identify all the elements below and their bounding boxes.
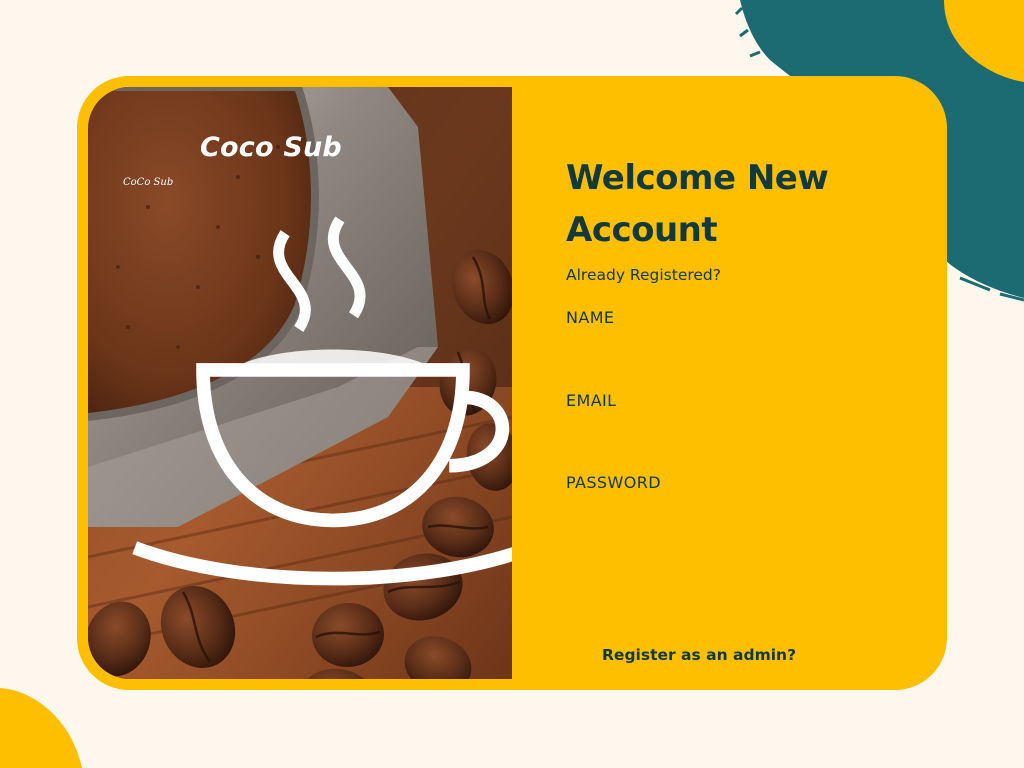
yellow-brush-bottom-left: [0, 688, 82, 768]
coffee-beans-photo: CoCo Sub Coco Sub: [88, 87, 512, 679]
register-form: Welcome New Account Already Registered? …: [566, 152, 906, 664]
already-registered-link[interactable]: Already Registered?: [566, 266, 721, 284]
page-title-line1: Welcome New: [566, 158, 829, 198]
page-title: Welcome New Account: [566, 152, 906, 256]
brand-header: CoCo Sub Coco Sub: [121, 115, 512, 586]
brand-logo: CoCo Sub: [121, 115, 512, 586]
page-title-line2: Account: [566, 210, 718, 250]
password-input[interactable]: [566, 497, 866, 523]
register-admin-link[interactable]: Register as an admin?: [602, 646, 796, 664]
coffee-cup-icon: [132, 216, 512, 586]
register-card: CoCo Sub Coco Sub Welcome New Account Al…: [77, 76, 947, 690]
email-label: EMAIL: [566, 391, 617, 410]
brand-logo-text: CoCo Sub: [123, 177, 174, 188]
email-input[interactable]: [566, 415, 866, 441]
password-label: PASSWORD: [566, 473, 661, 492]
name-label: NAME: [566, 308, 615, 327]
name-input[interactable]: [566, 332, 866, 358]
